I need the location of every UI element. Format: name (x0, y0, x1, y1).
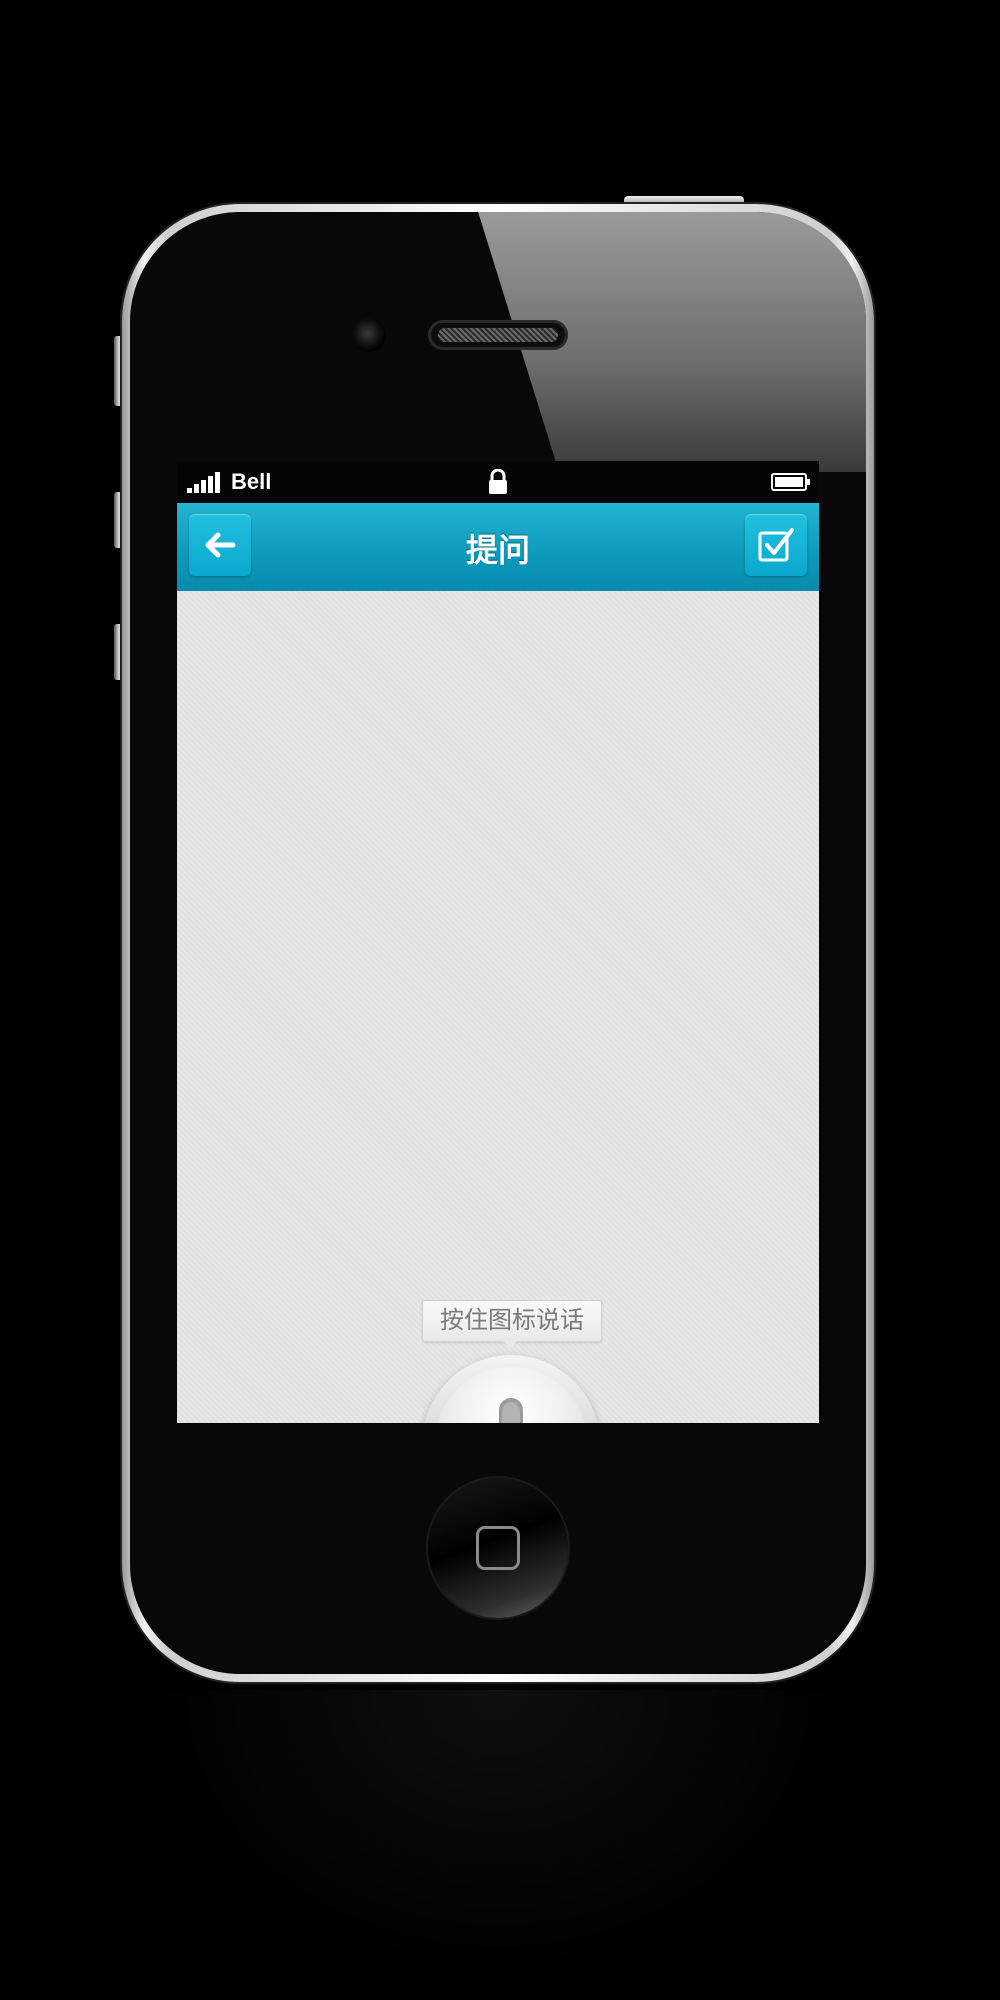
lock-icon (489, 469, 507, 494)
device-mockup: Bell 提问 按住图标说话 (0, 0, 1000, 2000)
question-content-area[interactable]: 按住图标说话 (177, 591, 819, 1423)
battery-full-icon (771, 473, 810, 491)
checkbox-check-icon (758, 528, 794, 562)
status-bar: Bell (177, 461, 819, 503)
signal-bars-icon (187, 472, 220, 493)
page-title: 提问 (465, 532, 530, 568)
phone-reflection (122, 1690, 874, 2000)
front-camera (352, 318, 386, 352)
earpiece-speaker (428, 320, 568, 350)
voice-hint-tooltip: 按住图标说话 (422, 1300, 602, 1342)
submit-button[interactable] (745, 514, 807, 576)
microphone-icon (499, 1398, 523, 1423)
home-button[interactable] (428, 1478, 568, 1618)
screen: Bell 提问 按住图标说话 (177, 461, 819, 1423)
carrier-name: Bell (231, 469, 272, 494)
home-square-icon (476, 1526, 520, 1570)
tooltip-pointer (501, 1339, 519, 1348)
navigation-bar: 提问 (177, 503, 819, 591)
